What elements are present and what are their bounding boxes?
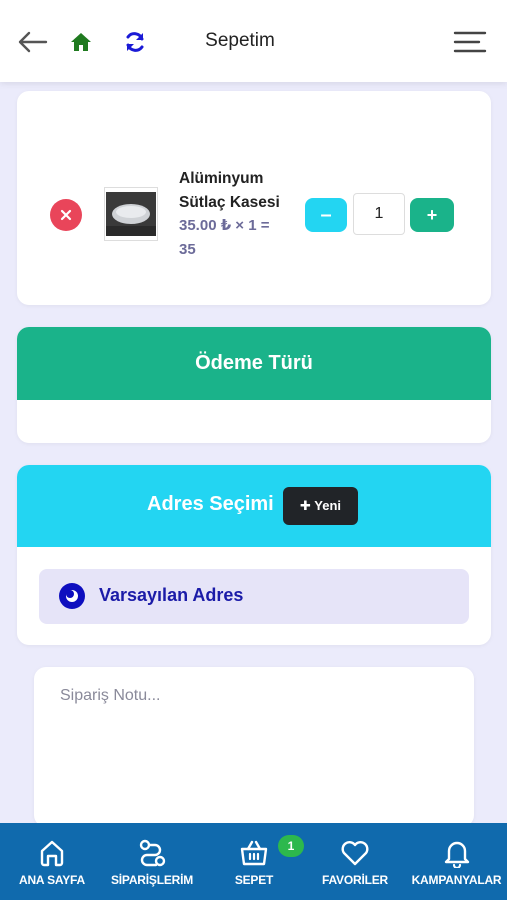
- quantity-input[interactable]: [353, 193, 405, 235]
- home-outline-icon: [40, 840, 64, 867]
- bottom-navigation: ANA SAYFA SİPARİŞLERİM SEPET FAVORİLER K…: [0, 823, 507, 900]
- hamburger-menu-icon: [453, 31, 487, 53]
- payment-type-card: Ödeme Türü: [17, 327, 491, 443]
- radio-selected-icon[interactable]: [59, 583, 85, 609]
- bell-icon: [444, 841, 469, 868]
- home-button[interactable]: [66, 27, 96, 57]
- remove-item-button[interactable]: [50, 199, 82, 231]
- payment-type-header[interactable]: Ödeme Türü: [17, 327, 491, 400]
- address-selection-card: Adres Seçimi ✚ Yeni Varsayılan Adres: [17, 465, 491, 645]
- new-address-button[interactable]: ✚ Yeni: [283, 487, 358, 525]
- address-option[interactable]: Varsayılan Adres: [39, 569, 469, 624]
- address-title: Adres Seçimi: [147, 493, 274, 515]
- home-icon: [71, 33, 91, 51]
- cart-count-badge: 1: [278, 835, 304, 857]
- order-note-input[interactable]: [34, 667, 474, 827]
- menu-button[interactable]: [450, 24, 490, 60]
- top-app-bar: Sepetim: [0, 0, 507, 82]
- route-icon: [139, 839, 166, 867]
- product-thumbnail[interactable]: [104, 187, 158, 241]
- nav-item-favorites[interactable]: FAVORİLER: [306, 823, 404, 900]
- decrease-quantity-button[interactable]: –: [305, 198, 347, 232]
- basket-icon: [240, 840, 268, 866]
- arrow-left-icon: [18, 31, 48, 53]
- back-button[interactable]: [14, 24, 50, 60]
- nav-item-campaigns[interactable]: KAMPANYALAR: [406, 823, 507, 900]
- refresh-button[interactable]: [119, 26, 151, 58]
- nav-label-campaigns: KAMPANYALAR: [411, 873, 502, 887]
- nav-label-orders: SİPARİŞLERİM: [110, 873, 194, 887]
- page-title: Sepetim: [205, 30, 275, 51]
- product-name: Alüminyum Sütlaç Kasesi: [179, 170, 280, 211]
- order-note-card: [34, 667, 474, 827]
- nav-label-cart: SEPET: [234, 873, 274, 887]
- heart-icon: [341, 841, 369, 866]
- close-icon: [60, 209, 72, 221]
- address-option-label: Varsayılan Adres: [99, 585, 244, 605]
- address-header: Adres Seçimi ✚ Yeni: [17, 465, 491, 547]
- nav-label-home: ANA SAYFA: [19, 873, 85, 887]
- increase-quantity-button[interactable]: +: [410, 198, 454, 232]
- nav-item-home[interactable]: ANA SAYFA: [0, 823, 104, 900]
- refresh-icon: [126, 32, 144, 52]
- product-price-line: 35.00 ₺ × 1 = 35: [179, 217, 270, 258]
- product-image: [106, 192, 156, 236]
- nav-item-orders[interactable]: SİPARİŞLERİM: [104, 823, 200, 900]
- nav-label-favorites: FAVORİLER: [322, 873, 388, 887]
